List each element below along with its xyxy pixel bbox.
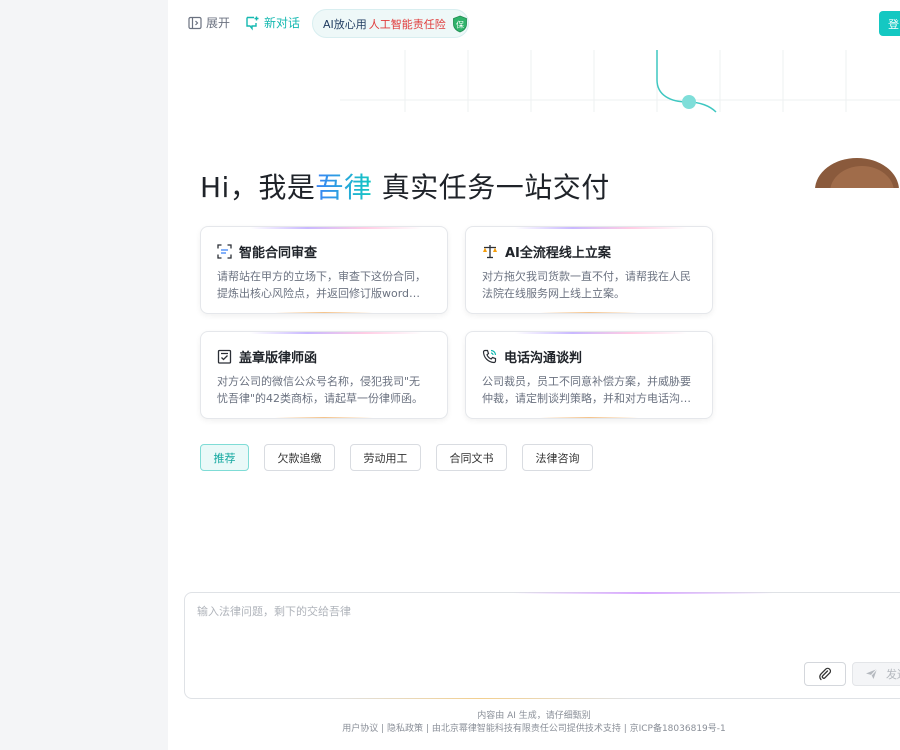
send-label: 发送 bbox=[886, 668, 900, 681]
new-chat-label: 新对话 bbox=[264, 16, 301, 30]
promo-text-ai: AI放心用 bbox=[323, 17, 367, 31]
task-card-phone-negotiation[interactable]: 电话沟通谈判 公司裁员，员工不同意补偿方案，并威胁要仲裁，请定制谈判策略，并和对… bbox=[465, 331, 713, 419]
send-button[interactable]: 发送 bbox=[852, 662, 900, 686]
scales-icon bbox=[483, 245, 497, 259]
user-agreement-link[interactable]: 用户协议 bbox=[342, 724, 378, 734]
card-title-row: 智能合同审查 bbox=[217, 242, 431, 261]
shield-badge-text: 保 bbox=[456, 19, 464, 29]
card-title-row: 电话沟通谈判 bbox=[482, 347, 696, 366]
tag-legal-consultation[interactable]: 法律咨询 bbox=[522, 444, 593, 471]
chat-input[interactable] bbox=[197, 605, 797, 618]
card-title: 盖章版律师函 bbox=[239, 351, 318, 366]
mascot-image bbox=[812, 156, 900, 188]
hero-greeting: Hi，我是 bbox=[200, 171, 316, 204]
card-description: 请帮站在甲方的立场下，审查下这份合同，提炼出核心风险点，并返回修订版word文件 bbox=[217, 270, 426, 300]
chat-input-box: 发送 bbox=[184, 592, 900, 699]
expand-button[interactable]: 展开 bbox=[188, 14, 230, 31]
tag-contract-documents[interactable]: 合同文书 bbox=[436, 444, 507, 471]
send-icon bbox=[866, 668, 878, 679]
ai-disclaimer: 内容由 AI 生成，请仔细甄别 bbox=[477, 711, 591, 721]
shield-icon: 保 bbox=[452, 15, 467, 32]
scan-document-icon bbox=[217, 244, 232, 259]
attach-button[interactable] bbox=[804, 662, 846, 686]
card-title: 智能合同审查 bbox=[239, 246, 318, 261]
panel-expand-icon bbox=[188, 16, 202, 29]
card-title-row: 盖章版律师函 bbox=[217, 347, 431, 366]
top-bar: 展开 新对话 AI放心用 人工智能责任险 保 登 bbox=[168, 0, 900, 48]
tag-debt-collection[interactable]: 欠款追缴 bbox=[264, 444, 335, 471]
hero-tagline: 真实任务一站交付 bbox=[372, 171, 610, 204]
promo-text-insurance: 人工智能责任险 bbox=[368, 17, 446, 31]
paperclip-icon bbox=[819, 667, 832, 681]
footer-links: 用户协议 | 隐私政策 | 由北京幂律智能科技有限责任公司提供技术支持 | 京I… bbox=[342, 724, 726, 734]
decorative-grid-lines bbox=[340, 50, 900, 113]
card-description: 对方拖欠我司货款一直不付，请帮我在人民法院在线服务网上线上立案。 bbox=[482, 270, 691, 300]
new-chat-icon bbox=[246, 16, 259, 30]
hero-brand: 吾律 bbox=[315, 171, 373, 204]
icp-link[interactable]: 京ICP备18036819号-1 bbox=[630, 724, 726, 734]
tag-labor-employment[interactable]: 劳动用工 bbox=[350, 444, 421, 471]
insurance-promo-badge[interactable]: AI放心用 人工智能责任险 保 bbox=[312, 9, 469, 38]
card-title: 电话沟通谈判 bbox=[504, 351, 583, 366]
task-card-contract-review[interactable]: 智能合同审查 请帮站在甲方的立场下，审查下这份合同，提炼出核心风险点，并返回修订… bbox=[200, 226, 448, 314]
task-card-online-filing[interactable]: AI全流程线上立案 对方拖欠我司货款一直不付，请帮我在人民法院在线服务网上线上立… bbox=[465, 226, 713, 314]
sidebar-panel bbox=[0, 0, 168, 750]
privacy-policy-link[interactable]: 隐私政策 bbox=[387, 724, 423, 734]
new-chat-button[interactable]: 新对话 bbox=[244, 14, 300, 31]
card-title: AI全流程线上立案 bbox=[505, 246, 611, 261]
hero-heading: Hi，我是吾律 真实任务一站交付 bbox=[200, 166, 610, 206]
phone-icon bbox=[482, 349, 497, 364]
card-title-row: AI全流程线上立案 bbox=[482, 242, 696, 261]
tag-recommended[interactable]: 推荐 bbox=[200, 444, 249, 471]
company-credit: 由北京幂律智能科技有限责任公司提供技术支持 bbox=[431, 724, 621, 734]
card-description: 对方公司的微信公众号名称，侵犯我司"无忧吾律"的42类商标，请起草一份律师函。 bbox=[217, 375, 424, 405]
clipboard-icon bbox=[217, 349, 232, 364]
expand-label: 展开 bbox=[206, 16, 231, 30]
login-button[interactable]: 登 bbox=[879, 11, 900, 36]
card-description: 公司裁员，员工不同意补偿方案，并威胁要仲裁，请定制谈判策略，并和对方电话沟通。 bbox=[482, 375, 691, 405]
login-label: 登 bbox=[888, 17, 899, 31]
task-card-lawyer-letter[interactable]: 盖章版律师函 对方公司的微信公众号名称，侵犯我司"无忧吾律"的42类商标，请起草… bbox=[200, 331, 448, 419]
